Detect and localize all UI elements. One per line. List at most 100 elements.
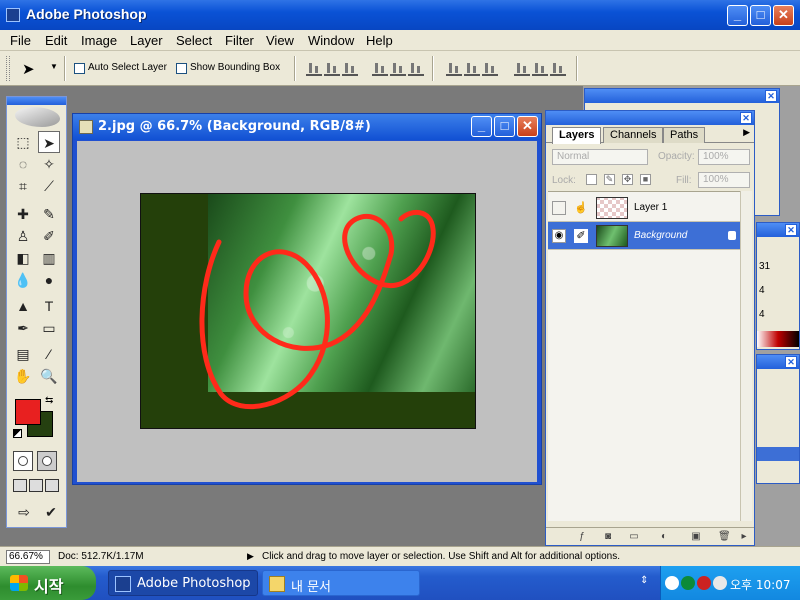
auto-select-layer-checkbox[interactable] <box>74 63 85 74</box>
menu-edit[interactable]: Edit <box>45 33 67 48</box>
type-tool-icon[interactable]: T <box>38 295 60 317</box>
blur-tool-icon[interactable]: 💧 <box>12 269 34 291</box>
menu-help[interactable]: Help <box>366 33 393 48</box>
layers-panel-close-icon[interactable]: ✕ <box>740 112 752 124</box>
layer-list-scrollbar[interactable] <box>740 191 752 521</box>
layer-visibility-toggle[interactable] <box>552 201 566 215</box>
notes-tool-icon[interactable]: ▤ <box>12 343 34 365</box>
blend-mode-select[interactable]: Normal <box>552 149 648 165</box>
distribute-vcenter-icon[interactable] <box>464 61 480 76</box>
gradient-tool-icon[interactable]: ▥ <box>38 247 60 269</box>
move-tool-icon[interactable]: ➤ <box>38 131 60 153</box>
status-menu-arrow-icon[interactable]: ▶ <box>247 551 254 562</box>
document-minimize-button[interactable]: _ <box>471 116 492 137</box>
full-screen-menu-mode-button[interactable] <box>29 479 43 492</box>
distribute-top-icon[interactable] <box>446 61 462 76</box>
healing-brush-tool-icon[interactable]: ✚ <box>12 203 34 225</box>
new-layer-icon[interactable]: ▣ <box>690 531 702 543</box>
toolbox-grip[interactable] <box>7 97 66 105</box>
eraser-tool-icon[interactable]: ◧ <box>12 247 34 269</box>
image-canvas[interactable] <box>140 193 476 429</box>
brush-link-icon[interactable]: ✐ <box>574 229 588 243</box>
menu-layer[interactable]: Layer <box>130 33 163 48</box>
distribute-bottom-icon[interactable] <box>482 61 498 76</box>
fill-field[interactable]: 100% <box>698 172 750 188</box>
background-layer-name[interactable]: Background <box>634 230 687 241</box>
align-bottom-icon[interactable] <box>342 61 358 76</box>
navigator-close-icon[interactable]: ✕ <box>765 90 777 102</box>
shape-tool-icon[interactable]: ▭ <box>38 317 60 339</box>
full-screen-mode-button[interactable] <box>45 479 59 492</box>
layer-style-icon[interactable]: ƒ <box>576 531 588 543</box>
foreground-color-swatch[interactable] <box>15 399 41 425</box>
lock-position-icon[interactable]: ✥ <box>622 174 633 185</box>
color-close-icon[interactable]: ✕ <box>785 224 797 236</box>
history-close-icon[interactable]: ✕ <box>785 356 797 368</box>
distribute-left-icon[interactable] <box>514 61 530 76</box>
align-right-icon[interactable] <box>408 61 424 76</box>
quick-mask-mode-button[interactable] <box>37 451 57 471</box>
align-hcenter-icon[interactable] <box>390 61 406 76</box>
menu-filter[interactable]: Filter <box>225 33 254 48</box>
brush-tool-icon[interactable]: ✎ <box>38 203 60 225</box>
close-button[interactable]: ✕ <box>773 5 794 26</box>
document-title-bar[interactable]: 2.jpg @ 66.7% (Background, RGB/8#) _ □ ✕ <box>73 114 541 140</box>
tray-volume-icon[interactable] <box>713 576 727 590</box>
layer-row-background[interactable]: ◉ ✐ Background <box>548 222 742 250</box>
tray-back-icon[interactable] <box>665 576 679 590</box>
start-button[interactable]: 시작 <box>0 566 96 600</box>
distribute-right-icon[interactable] <box>550 61 566 76</box>
imageready-check-icon[interactable]: ✔ <box>40 501 62 523</box>
history-panel-title[interactable]: ✕ <box>757 355 799 369</box>
history-selected-row[interactable] <box>757 447 799 461</box>
lock-image-icon[interactable]: ✎ <box>604 174 615 185</box>
color-ramp[interactable] <box>757 331 799 347</box>
eye-icon[interactable]: ◉ <box>552 229 566 243</box>
standard-screen-mode-button[interactable] <box>13 479 27 492</box>
tray-security-icon[interactable] <box>681 576 695 590</box>
menu-select[interactable]: Select <box>176 33 212 48</box>
hand-tool-icon[interactable]: ✋ <box>12 365 34 387</box>
navigator-panel-title[interactable]: ✕ <box>585 89 779 103</box>
path-selection-tool-icon[interactable]: ▲ <box>12 295 34 317</box>
align-left-icon[interactable] <box>372 61 388 76</box>
taskbar-item-my-documents[interactable]: 내 문서 <box>262 570 420 596</box>
new-set-icon[interactable]: ▭ <box>628 531 640 543</box>
tab-paths[interactable]: Paths <box>663 127 706 143</box>
layer-1-thumbnail[interactable] <box>596 197 628 219</box>
panel-menu-arrow-icon[interactable]: ▶ <box>743 127 750 138</box>
distribute-hcenter-icon[interactable] <box>532 61 548 76</box>
layers-panel-title-bar[interactable]: ✕ <box>546 111 754 125</box>
adjustment-layer-icon[interactable]: ◐ <box>658 531 670 543</box>
clone-stamp-tool-icon[interactable]: ♙ <box>12 225 34 247</box>
background-thumbnail[interactable] <box>596 225 628 247</box>
marquee-tool-icon[interactable]: ⬚ <box>12 131 34 153</box>
layer-row-layer-1[interactable]: ☝ Layer 1 <box>548 194 742 222</box>
zoom-field[interactable]: 66.67% <box>6 550 50 564</box>
show-bounding-box-checkbox[interactable] <box>176 63 187 74</box>
lock-all-icon[interactable]: ■ <box>640 174 651 185</box>
magic-wand-tool-icon[interactable]: ✧ <box>38 153 60 175</box>
dodge-tool-icon[interactable]: ● <box>38 269 60 291</box>
crop-tool-icon[interactable]: ⌗ <box>12 175 34 197</box>
menu-image[interactable]: Image <box>81 33 117 48</box>
standard-mode-button[interactable] <box>13 451 33 471</box>
taskbar-item-photoshop[interactable]: Adobe Photoshop <box>108 570 258 596</box>
align-top-icon[interactable] <box>306 61 322 76</box>
jump-to-imageready-icon[interactable]: ⇨ <box>12 501 36 523</box>
pen-tool-icon[interactable]: ✒ <box>12 317 34 339</box>
slice-tool-icon[interactable]: ⟋ <box>38 175 60 197</box>
lock-transparency-icon[interactable] <box>586 174 597 185</box>
tab-channels[interactable]: Channels <box>603 127 664 143</box>
align-vcenter-icon[interactable] <box>324 61 340 76</box>
document-size[interactable]: Doc: 512.7K/1.17M <box>58 551 144 562</box>
photoshop-feather-logo[interactable] <box>15 107 60 127</box>
tab-layers[interactable]: Layers <box>552 127 602 144</box>
menu-file[interactable]: File <box>10 33 31 48</box>
swap-colors-icon[interactable]: ⇆ <box>45 395 53 406</box>
document-workspace[interactable] <box>77 141 537 482</box>
language-bar-icon[interactable]: ⇕ <box>640 575 648 586</box>
clock[interactable]: 오후 10:07 <box>730 576 790 593</box>
lasso-tool-icon[interactable]: ◌ <box>12 153 34 175</box>
minimize-button[interactable]: _ <box>727 5 748 26</box>
